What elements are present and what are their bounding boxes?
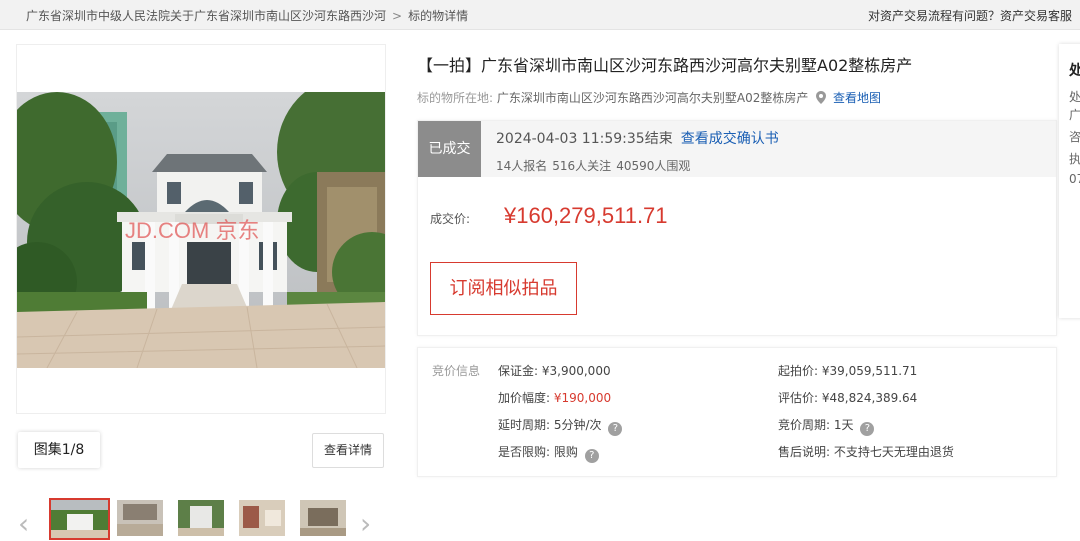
help-question-icon[interactable]: ? bbox=[608, 422, 623, 436]
next-arrow-icon[interactable]: › bbox=[360, 510, 382, 540]
court-info-card: 处 处 广 咨 执 07 bbox=[1059, 44, 1080, 318]
location-address: 广东深圳市南山区沙河东路西沙河高尔夫别墅A02整栋房产 bbox=[496, 91, 809, 105]
court-card-line: 07 bbox=[1069, 172, 1080, 186]
prev-arrow-icon[interactable]: ‹ bbox=[18, 510, 40, 540]
thumbnail-1[interactable] bbox=[49, 498, 110, 540]
status-badge: 已成交 bbox=[418, 121, 481, 177]
increment-label: 加价幅度: bbox=[498, 391, 551, 405]
bid-info-panel: 竞价信息 保证金: ¥3,900,000 起拍价: ¥39,059,511.71… bbox=[417, 347, 1057, 477]
cycle-row: 竞价周期: 1天 ? bbox=[778, 416, 875, 436]
deal-price-label: 成交价: bbox=[430, 212, 471, 226]
customer-service-link[interactable]: 对资产交易流程有问题？资产交易客服 bbox=[868, 7, 1072, 24]
court-card-line: 咨 bbox=[1069, 130, 1080, 144]
view-details-button[interactable]: 查看详情 bbox=[312, 433, 384, 468]
thumbnail-2[interactable] bbox=[117, 500, 163, 536]
delay-row: 延时周期: 5分钟/次 ? bbox=[498, 416, 623, 436]
court-card-line: 处 bbox=[1069, 90, 1080, 104]
thumbnail-strip: ‹ › bbox=[16, 494, 386, 541]
view-confirmation-link[interactable]: 查看成交确认书 bbox=[681, 131, 779, 147]
auction-end-time: 2024-04-03 11:59:35结束 查看成交确认书 bbox=[496, 128, 779, 148]
thumbnail-3[interactable] bbox=[178, 500, 224, 536]
increment-value: ¥190,000 bbox=[553, 391, 612, 405]
location-label: 标的物所在地: bbox=[417, 91, 494, 105]
appraisal-row: 评估价: ¥48,824,389.64 bbox=[778, 389, 917, 406]
deal-price-value: ¥160,279,511.71 bbox=[504, 203, 668, 228]
end-time-text: 2024-04-03 11:59:35结束 bbox=[496, 131, 673, 147]
watermark-text: JD.COM 京东 bbox=[125, 218, 259, 243]
appraisal-label: 评估价: bbox=[778, 391, 819, 405]
start-price-value: ¥39,059,511.71 bbox=[821, 364, 918, 378]
appraisal-value: ¥48,824,389.64 bbox=[821, 391, 918, 405]
start-price-label: 起拍价: bbox=[778, 364, 819, 378]
court-card-title: 处 bbox=[1069, 63, 1080, 79]
status-header: 已成交 2024-04-03 11:59:35结束 查看成交确认书 14人报名 51… bbox=[418, 121, 1056, 177]
delay-label: 延时周期: bbox=[498, 418, 551, 432]
delay-value: 5分钟/次 bbox=[553, 418, 602, 432]
after-sale-row: 售后说明: 不支持七天无理由退货 bbox=[778, 443, 954, 460]
cycle-value: 1天 bbox=[833, 418, 854, 432]
deposit-row: 保证金: ¥3,900,000 bbox=[498, 362, 611, 379]
item-location: 标的物所在地: 广东深圳市南山区沙河东路西沙河高尔夫别墅A02整栋房产 查看地图 bbox=[417, 89, 881, 106]
increment-row: 加价幅度: ¥190,000 bbox=[498, 389, 611, 406]
top-bar: 广东省深圳市中级人民法院关于广东省深圳市南山区沙河东路西沙河 > 标的物详情 对资产… bbox=[0, 0, 1080, 30]
watcher-count: 516人关注 bbox=[552, 159, 612, 173]
auction-stats: 14人报名 516人关注 40590人围观 bbox=[496, 157, 695, 174]
album-counter[interactable]: 图集1/8 bbox=[18, 432, 100, 468]
breadcrumb-item-court[interactable]: 广东省深圳市中级人民法院关于广东省深圳市南山区沙河东路西沙河 bbox=[26, 9, 386, 23]
subscribe-similar-button[interactable]: 订阅相似拍品 bbox=[430, 262, 577, 315]
bid-info-heading: 竞价信息 bbox=[432, 364, 481, 378]
after-sale-label: 售后说明: bbox=[778, 445, 831, 459]
purchase-limit-value: 限购 bbox=[553, 445, 578, 459]
after-sale-value: 不支持七天无理由退货 bbox=[833, 445, 954, 459]
cycle-label: 竞价周期: bbox=[778, 418, 831, 432]
viewer-count: 40590人围观 bbox=[616, 159, 691, 173]
purchase-limit-label: 是否限购: bbox=[498, 445, 551, 459]
help-question-icon[interactable]: ? bbox=[584, 449, 599, 463]
breadcrumb: 广东省深圳市中级人民法院关于广东省深圳市南山区沙河东路西沙河 > 标的物详情 bbox=[26, 7, 468, 24]
view-map-link[interactable]: 查看地图 bbox=[833, 91, 881, 105]
court-card-line: 广 bbox=[1069, 108, 1080, 122]
help-question-icon[interactable]: ? bbox=[860, 422, 875, 436]
deposit-value: ¥3,900,000 bbox=[541, 364, 611, 378]
map-pin-icon bbox=[816, 91, 827, 104]
page-title: 【一拍】广东省深圳市南山区沙河东路西沙河高尔夫别墅A02整栋房产 bbox=[417, 56, 913, 75]
breadcrumb-item-current: 标的物详情 bbox=[408, 9, 469, 23]
breadcrumb-separator: > bbox=[392, 9, 403, 23]
thumbnail-4[interactable] bbox=[239, 500, 285, 536]
signup-count: 14人报名 bbox=[496, 159, 548, 173]
main-image-viewer[interactable]: JD.COM 京东 bbox=[16, 44, 386, 414]
court-card-line: 执 bbox=[1069, 152, 1080, 166]
thumbnail-5[interactable] bbox=[300, 500, 346, 536]
start-price-row: 起拍价: ¥39,059,511.71 bbox=[778, 362, 917, 379]
purchase-limit-row: 是否限购: 限购 ? bbox=[498, 443, 599, 463]
auction-status-panel: 已成交 2024-04-03 11:59:35结束 查看成交确认书 14人报名 51… bbox=[417, 120, 1057, 336]
deposit-label: 保证金: bbox=[498, 364, 539, 378]
villa-photo[interactable]: JD.COM 京东 bbox=[17, 92, 385, 368]
